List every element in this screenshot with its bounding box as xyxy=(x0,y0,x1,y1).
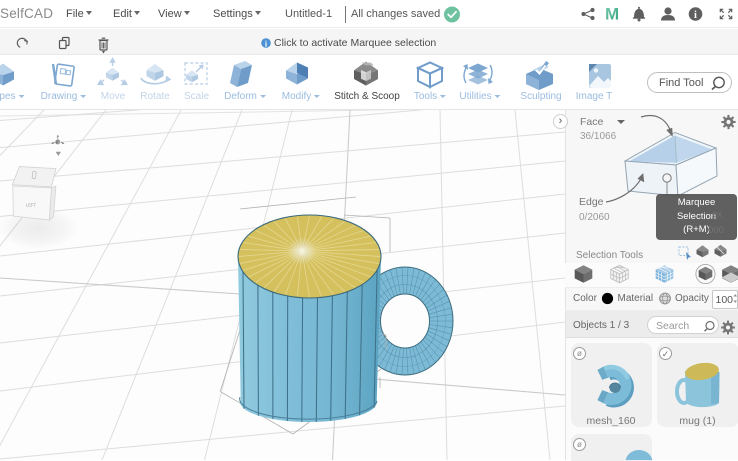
svg-text:i: i xyxy=(694,10,697,21)
svg-text:LEFT: LEFT xyxy=(26,203,37,208)
svg-text:M: M xyxy=(605,5,619,24)
